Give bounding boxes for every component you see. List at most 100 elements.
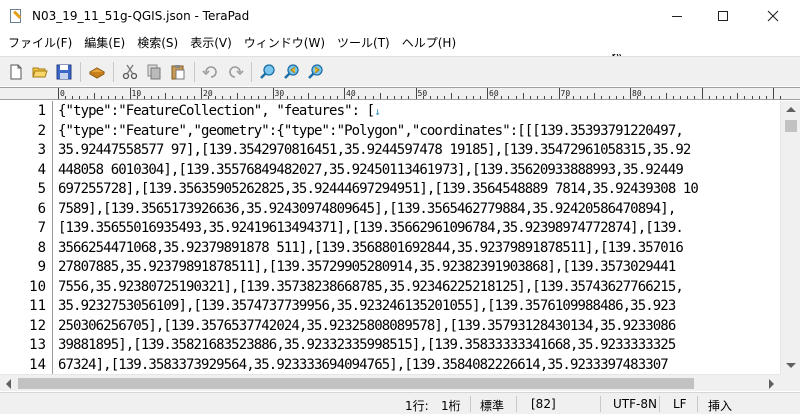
code-line: 7589],[139.3565173926636,35.924309748096… (58, 200, 676, 219)
editor-text-area[interactable]: {"type":"FeatureCollection", "features":… (58, 101, 780, 374)
code-line-text: 27807885,35.92379891878511],[139.3572990… (58, 259, 676, 275)
ruler-tick (143, 96, 145, 99)
menu-file[interactable]: ファイル(F) (2, 33, 78, 53)
status-char-code: [82] (531, 397, 556, 411)
ruler-tick (487, 88, 488, 99)
find-next-button[interactable] (304, 60, 328, 84)
ruler-tick (86, 96, 88, 99)
ruler-tick (751, 96, 753, 99)
copy-icon (147, 64, 161, 79)
scroll-up-icon[interactable] (786, 107, 796, 112)
code-line-text: {"type":"Feature","geometry":{"type":"Po… (58, 122, 684, 139)
ruler-tick (558, 88, 560, 99)
new-file-button[interactable] (4, 60, 28, 84)
cut-button[interactable] (118, 60, 142, 84)
ruler-tick (251, 96, 253, 99)
ruler-tick (408, 96, 410, 99)
ruler-tick (579, 96, 581, 99)
code-line: [139.35655016935493,35.92419613494371],[… (58, 219, 684, 238)
find-icon (260, 63, 275, 79)
horizontal-scroll-thumb[interactable] (18, 378, 694, 389)
close-icon (767, 10, 779, 22)
maximize-button[interactable] (700, 0, 746, 32)
menu-help[interactable]: ヘルプ(H) (396, 33, 462, 53)
scroll-left-icon[interactable] (6, 379, 11, 389)
cut-icon (122, 64, 138, 79)
ruler-tick (293, 96, 295, 99)
status-mode: 標準 (480, 399, 505, 413)
paste-button[interactable] (166, 60, 190, 84)
code-line: {"type":"FeatureCollection", "features":… (58, 102, 381, 121)
ruler-tick (322, 96, 324, 99)
ruler-tick (150, 96, 152, 99)
ruler-tick (365, 96, 367, 99)
ruler-tick (222, 96, 224, 99)
menu-bar: ファイル(F) 編集(E) 検索(S) 表示(V) ウィンドウ(W) ツール(T… (0, 32, 800, 54)
scroll-down-icon[interactable] (786, 363, 796, 368)
code-line-text: 448058 6010304],[139.35576849482027,35.9… (58, 161, 684, 178)
ruler-tick (436, 96, 438, 99)
redo-button[interactable] (223, 60, 247, 84)
ruler-tick (351, 96, 353, 99)
status-separator (659, 396, 660, 412)
find-button[interactable] (256, 60, 280, 84)
horizontal-scrollbar[interactable] (0, 374, 780, 391)
status-column: 1桁 (441, 399, 461, 413)
ruler-tick (236, 93, 238, 99)
code-line-text: 35.9232753056109],[139.3574737739956,35.… (58, 298, 676, 314)
save-icon (56, 64, 72, 79)
menu-edit[interactable]: 編集(E) (78, 33, 131, 53)
open-button[interactable] (28, 60, 52, 84)
new-file-icon (10, 64, 22, 79)
line-number: 7 (37, 220, 46, 236)
ruler-tick (72, 96, 74, 99)
vertical-scrollbar[interactable] (780, 101, 800, 374)
menu-tools[interactable]: ツール(T) (331, 33, 396, 53)
toolbar-separator (194, 61, 195, 82)
scroll-right-icon[interactable] (769, 379, 774, 389)
ruler-tick (93, 93, 95, 99)
ruler-tick (58, 88, 59, 99)
code-line: 697255728],[139.35635905262825,35.924446… (58, 180, 699, 199)
save-button[interactable] (52, 60, 76, 84)
ruler-tick (158, 96, 160, 99)
undo-button[interactable] (199, 60, 223, 84)
terapad-app-icon (8, 8, 24, 24)
close-button[interactable] (746, 0, 800, 32)
code-line: 448058 6010304],[139.35576849482027,35.9… (58, 161, 684, 180)
copy-button[interactable] (142, 60, 166, 84)
line-number: 2 (37, 122, 46, 139)
maximize-icon (718, 11, 728, 21)
line-number: 13 (29, 337, 46, 353)
ruler-tick (444, 96, 446, 99)
ruler-tick (644, 96, 646, 99)
vertical-scroll-thumb[interactable] (785, 120, 797, 132)
code-line-text: 35.92447558577 97],[139.3542970816451,35… (58, 142, 691, 158)
ruler-tick (208, 96, 210, 99)
menu-window[interactable]: ウィンドウ(W) (238, 33, 331, 53)
print-button[interactable] (85, 60, 109, 84)
menu-view[interactable]: 表示(V) (184, 33, 238, 53)
ruler-tick (730, 96, 732, 99)
ruler-tick (272, 88, 274, 99)
code-line: 27807885,35.92379891878511],[139.3572990… (58, 258, 676, 277)
ruler-tick (286, 96, 288, 99)
status-insert-mode: 挿入 (708, 399, 733, 413)
ruler-tick (115, 96, 117, 99)
code-line: 7556,35.92380725190321],[139.35738238668… (58, 278, 684, 297)
code-line: 35.9232753056109],[139.3574737739956,35.… (58, 297, 676, 316)
ruler-tick (186, 96, 188, 99)
redo-icon (229, 65, 244, 78)
ruler-tick (229, 96, 231, 99)
ruler-tick (494, 96, 496, 99)
ruler-tick (601, 96, 603, 99)
text-editor[interactable]: 1 2 3 4 5 6 7 8 9 10 11 12 13 14 {"type":"FeatureColl… (0, 101, 780, 374)
ruler-tick (329, 96, 331, 99)
find-prev-button[interactable] (280, 60, 304, 84)
minimize-button[interactable] (654, 0, 700, 32)
ruler-tick (630, 88, 631, 99)
line-number: 8 (37, 239, 46, 256)
menu-search[interactable]: 検索(S) (131, 33, 184, 53)
ruler-tick (537, 96, 539, 99)
ruler-tick (715, 96, 717, 99)
